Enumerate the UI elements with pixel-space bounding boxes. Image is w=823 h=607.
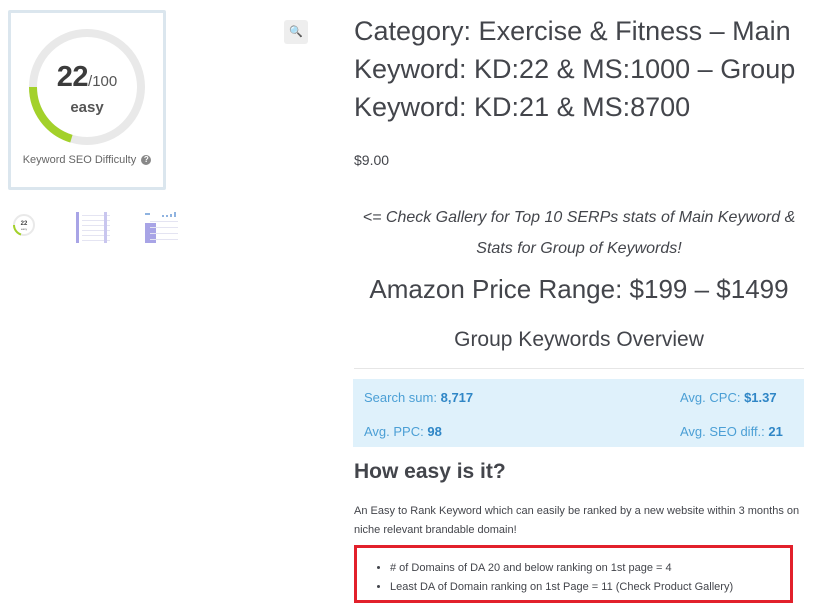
stat-search-sum-value: 8,717 — [440, 390, 474, 405]
how-easy-title: How easy is it? — [354, 460, 506, 483]
gallery-note: <= Check Gallery for Top 10 SERPs stats … — [362, 209, 796, 257]
group-keywords-title: Group Keywords Overview — [454, 328, 704, 351]
stat-avg-seo-diff-value: 21 — [768, 424, 783, 439]
kd-score-max: /100 — [88, 73, 118, 90]
group-stats-box: Search sum: 8,717 Avg. CPC: $1.37 Avg. P… — [353, 379, 804, 447]
stat-avg-cpc-label: Avg. CPC: — [680, 390, 741, 405]
kd-caption-text: Keyword SEO Difficulty — [22, 154, 137, 166]
stat-avg-seo-diff: Avg. SEO diff.: 21 — [680, 424, 783, 439]
stat-search-sum-label: Search sum: — [364, 390, 437, 405]
thumbnail-serp-chart[interactable] — [74, 209, 110, 245]
product-main-image[interactable]: 22/100 easy Keyword SEO Difficulty ? — [8, 10, 166, 190]
stat-search-sum: Search sum: 8,717 — [364, 390, 473, 405]
product-price: $9.00 — [354, 152, 390, 168]
thumbnail-gauge-graphic: 22 easy — [13, 214, 35, 236]
help-icon[interactable]: ? — [141, 155, 152, 165]
highlighted-stats-list: # of Domains of DA 20 and below ranking … — [390, 559, 733, 597]
stat-avg-seo-diff-label: Avg. SEO diff.: — [680, 424, 765, 439]
thumbnail-kd-gauge[interactable]: 22 easy — [6, 209, 42, 245]
kd-score-label: easy — [70, 99, 104, 116]
list-item: # of Domains of DA 20 and below ranking … — [390, 559, 733, 578]
zoom-icon[interactable]: 🔍 — [284, 20, 308, 44]
product-title: Category: Exercise & Fitness – Main Keyw… — [354, 16, 796, 122]
stat-avg-ppc-label: Avg. PPC: — [364, 424, 424, 439]
list-item: Least DA of Domain ranking on 1st Page =… — [390, 578, 733, 597]
thumbnail-keywords-chart[interactable] — [142, 209, 178, 245]
stat-avg-ppc-value: 98 — [427, 424, 442, 439]
section-divider — [354, 368, 804, 369]
kd-score: 22/100 — [11, 61, 163, 94]
how-easy-description: An Easy to Rank Keyword which can easily… — [354, 505, 800, 536]
amazon-price-range: Amazon Price Range: $199 – $1499 — [369, 274, 789, 304]
stat-avg-cpc-value: $1.37 — [744, 390, 777, 405]
highlighted-stats-box: # of Domains of DA 20 and below ranking … — [354, 545, 793, 603]
kd-caption: Keyword SEO Difficulty ? — [11, 154, 163, 166]
kd-score-value: 22 — [56, 61, 89, 93]
stat-avg-ppc: Avg. PPC: 98 — [364, 424, 442, 439]
stat-avg-cpc: Avg. CPC: $1.37 — [680, 390, 777, 405]
svg-text:easy: easy — [21, 227, 28, 231]
